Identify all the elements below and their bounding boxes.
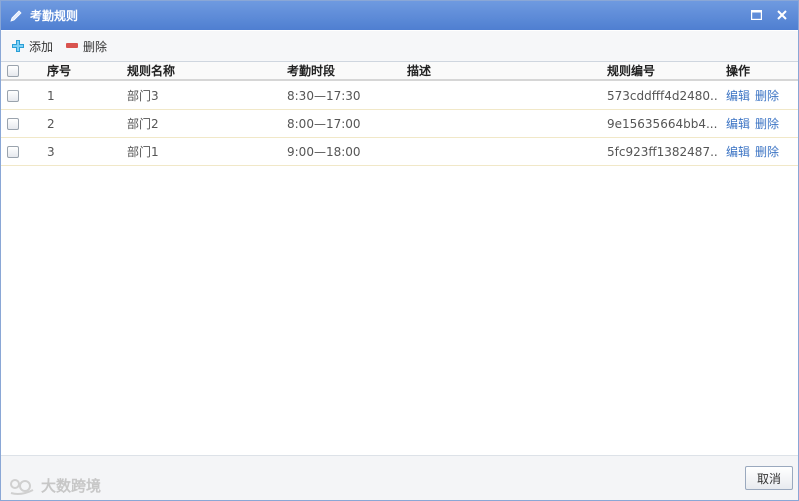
watermark: 大数跨境 — [9, 475, 101, 496]
header-code: 规则编号 — [607, 64, 656, 78]
row-name: 部门2 — [127, 117, 159, 131]
row-index: 1 — [47, 88, 55, 103]
pencil-icon — [8, 8, 24, 24]
delete-link[interactable]: 删除 — [755, 115, 779, 132]
attendance-rules-dialog: 考勤规则 添加 删除 序号 规则名称 考勤时段 描述 规则编号 操作 1 部门3… — [0, 0, 799, 501]
row-name: 部门1 — [127, 145, 159, 159]
header-time: 考勤时段 — [287, 64, 336, 78]
delete-label: 删除 — [83, 39, 108, 54]
minus-icon — [65, 39, 79, 53]
dialog-title: 考勤规则 — [30, 9, 79, 23]
table-row: 3 部门1 9:00—18:00 5fc923ff1382487... 编辑 删… — [1, 138, 798, 166]
header-name: 规则名称 — [127, 64, 176, 78]
row-desc — [407, 82, 597, 109]
row-time: 8:30—17:30 — [287, 88, 361, 103]
row-checkbox[interactable] — [7, 89, 19, 102]
dialog-footer: 取消 — [1, 455, 798, 500]
select-all-checkbox[interactable] — [7, 64, 19, 77]
close-icon[interactable] — [774, 7, 790, 23]
row-desc — [407, 110, 597, 137]
row-index: 2 — [47, 116, 55, 131]
row-time: 9:00—18:00 — [287, 144, 361, 159]
row-time: 8:00—17:00 — [287, 116, 361, 131]
table-row: 1 部门3 8:30—17:30 573cddfff4d2480... 编辑 删… — [1, 82, 798, 110]
delete-link[interactable]: 删除 — [755, 143, 779, 160]
table-header: 序号 规则名称 考勤时段 描述 规则编号 操作 — [1, 61, 798, 81]
toolbar: 添加 删除 — [1, 31, 798, 61]
header-index: 序号 — [47, 64, 72, 78]
cancel-button[interactable]: 取消 — [745, 466, 793, 490]
row-checkbox[interactable] — [7, 117, 19, 130]
dialog-titlebar: 考勤规则 — [1, 1, 798, 30]
row-code: 573cddfff4d2480... — [607, 88, 717, 103]
header-ops: 操作 — [726, 64, 751, 78]
row-code: 9e15635664bb4... — [607, 116, 717, 131]
maximize-icon[interactable] — [748, 7, 764, 23]
table-row: 2 部门2 8:00—17:00 9e15635664bb4... 编辑 删除 — [1, 110, 798, 138]
edit-link[interactable]: 编辑 — [726, 87, 750, 104]
watermark-text: 大数跨境 — [41, 477, 102, 495]
row-desc — [407, 138, 597, 165]
watermark-logo-icon — [10, 478, 34, 495]
delete-link[interactable]: 删除 — [755, 87, 779, 104]
row-index: 3 — [47, 144, 55, 159]
add-button[interactable]: 添加 — [11, 38, 53, 55]
row-code: 5fc923ff1382487... — [607, 144, 717, 159]
row-name: 部门3 — [127, 89, 159, 103]
delete-button[interactable]: 删除 — [65, 38, 107, 55]
edit-link[interactable]: 编辑 — [726, 143, 750, 160]
add-label: 添加 — [29, 39, 54, 54]
row-checkbox[interactable] — [7, 145, 19, 158]
plus-icon — [11, 39, 25, 53]
header-desc: 描述 — [407, 64, 432, 78]
edit-link[interactable]: 编辑 — [726, 115, 750, 132]
